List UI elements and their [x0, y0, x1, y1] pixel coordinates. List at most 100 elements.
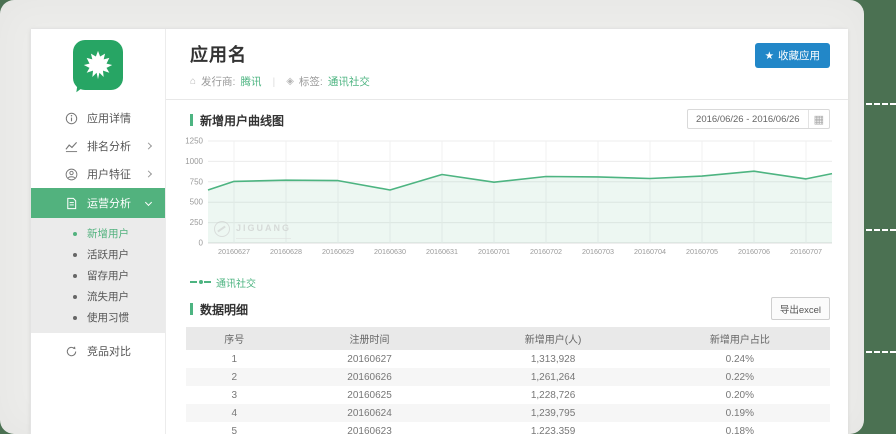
bullet-icon — [73, 274, 77, 278]
svg-text:20160707: 20160707 — [790, 247, 822, 256]
sidebar-item-label: 排名分析 — [87, 138, 131, 154]
column-header-reg-date: 注册时间 — [283, 327, 457, 350]
svg-text:20160703: 20160703 — [582, 247, 614, 256]
table-row: 5201606231,223,3590.18% — [186, 422, 830, 434]
table-cell: 1 — [186, 350, 283, 368]
app-logo — [73, 40, 123, 90]
export-excel-button[interactable]: 导出excel — [771, 297, 830, 320]
table-cell: 0.24% — [650, 350, 830, 368]
table-cell: 1,313,928 — [456, 350, 649, 368]
meta-divider: | — [272, 76, 275, 88]
submenu-item-label: 新增用户 — [87, 226, 129, 241]
watermark-logo-icon — [214, 221, 230, 237]
app-meta: ⌂ 发行商: 腾讯 | ◈ 标签: 通讯社交 — [190, 74, 828, 89]
table-cell: 20160626 — [283, 368, 457, 386]
svg-text:20160705: 20160705 — [686, 247, 718, 256]
section-accent-bar — [190, 114, 193, 126]
svg-text:20160706: 20160706 — [738, 247, 770, 256]
bullet-icon — [73, 253, 77, 257]
star-icon: ★ — [765, 50, 774, 62]
sidebar-item-label: 运营分析 — [87, 195, 131, 211]
legend-dot-icon — [199, 280, 203, 284]
tag-link[interactable]: 通讯社交 — [328, 74, 370, 89]
mockup-paper: 应用详情 排名分析 用户特征 — [0, 0, 864, 434]
chart-section-title: 新增用户曲线图 — [200, 112, 284, 129]
chart-container: 0250500750100012502016062720160628201606… — [180, 131, 838, 270]
svg-text:20160629: 20160629 — [322, 247, 354, 256]
annotation-dash-1 — [866, 103, 896, 105]
bullet-icon — [73, 316, 77, 320]
table-cell: 0.20% — [650, 386, 830, 404]
table-cell: 1,261,264 — [456, 368, 649, 386]
app-header: 应用名 ⌂ 发行商: 腾讯 | ◈ 标签: 通讯社交 ★ 收藏应用 — [166, 29, 848, 100]
table-section-title: 数据明细 — [200, 301, 248, 318]
sidebar-item-label: 应用详情 — [87, 110, 131, 126]
table-cell: 20160625 — [283, 386, 457, 404]
submenu-item-usage-habits[interactable]: 使用习惯 — [31, 307, 165, 328]
svg-text:500: 500 — [190, 198, 204, 207]
table-header: 序号 注册时间 新增用户(人) 新增用户占比 — [186, 327, 830, 350]
submenu-item-churned-users[interactable]: 流失用户 — [31, 286, 165, 307]
sidebar-item-app-detail[interactable]: 应用详情 — [31, 104, 165, 132]
table-cell: 4 — [186, 404, 283, 422]
table-cell: 20160627 — [283, 350, 457, 368]
favorite-app-button[interactable]: ★ 收藏应用 — [755, 43, 830, 68]
svg-text:20160702: 20160702 — [530, 247, 562, 256]
submenu-item-new-users[interactable]: 新增用户 — [31, 223, 165, 244]
chart-legend-item[interactable]: 通讯社交 — [166, 274, 848, 290]
sidebar-item-label: 用户特征 — [87, 166, 131, 182]
table-row: 3201606251,228,7260.20% — [186, 386, 830, 404]
table-row: 1201606271,313,9280.24% — [186, 350, 830, 368]
column-header-share: 新增用户占比 — [650, 327, 830, 350]
table-cell: 3 — [186, 386, 283, 404]
table-row: 4201606241,239,7950.19% — [186, 404, 830, 422]
svg-text:20160701: 20160701 — [478, 247, 510, 256]
legend-line-icon — [190, 281, 197, 283]
chevron-right-icon — [145, 170, 152, 177]
date-range-value: 2016/06/26 - 2016/06/26 — [688, 114, 808, 125]
submenu-item-retained-users[interactable]: 留存用户 — [31, 265, 165, 286]
table-cell: 5 — [186, 422, 283, 434]
sidebar-item-competitor-compare[interactable]: 竞品对比 — [31, 337, 165, 365]
section-accent-bar — [190, 303, 193, 315]
table-cell: 0.19% — [650, 404, 830, 422]
table-cell: 0.22% — [650, 368, 830, 386]
tag-label: 标签: — [299, 74, 323, 89]
legend-line-icon — [204, 281, 211, 283]
compare-icon — [65, 345, 78, 358]
publisher-icon: ⌂ — [190, 76, 196, 87]
sidebar-item-label: 竞品对比 — [87, 343, 131, 359]
table-cell: 1,239,795 — [456, 404, 649, 422]
annotation-dash-3 — [866, 351, 896, 353]
svg-text:20160627: 20160627 — [218, 247, 250, 256]
main-content: 应用名 ⌂ 发行商: 腾讯 | ◈ 标签: 通讯社交 ★ 收藏应用 — [166, 29, 848, 434]
sidebar-item-user-profile[interactable]: 用户特征 — [31, 160, 165, 188]
svg-text:1250: 1250 — [185, 137, 203, 146]
publisher-link[interactable]: 腾讯 — [240, 74, 261, 89]
new-users-line-chart: 0250500750100012502016062720160628201606… — [180, 131, 838, 265]
maple-leaf-icon — [81, 48, 115, 82]
table-cell: 1,223,359 — [456, 422, 649, 434]
column-header-index: 序号 — [186, 327, 283, 350]
data-table: 序号 注册时间 新增用户(人) 新增用户占比 1201606271,313,92… — [186, 327, 830, 434]
operation-submenu: 新增用户 活跃用户 留存用户 流失用户 — [31, 218, 165, 333]
bullet-icon — [73, 232, 77, 236]
annotation-dash-2 — [866, 229, 896, 231]
submenu-item-label: 活跃用户 — [87, 247, 129, 262]
bullet-icon — [73, 295, 77, 299]
chevron-down-icon — [145, 199, 152, 206]
sidebar-item-operation-analysis[interactable]: 运营分析 — [31, 188, 165, 218]
submenu-item-label: 使用习惯 — [87, 310, 129, 325]
date-range-picker[interactable]: 2016/06/26 - 2016/06/26 ▦ — [687, 109, 830, 129]
table-section-header: 数据明细 导出excel — [166, 300, 848, 318]
svg-text:20160630: 20160630 — [374, 247, 406, 256]
sidebar: 应用详情 排名分析 用户特征 — [31, 29, 166, 434]
table-row: 2201606261,261,2640.22% — [186, 368, 830, 386]
sidebar-item-ranking[interactable]: 排名分析 — [31, 132, 165, 160]
submenu-item-active-users[interactable]: 活跃用户 — [31, 244, 165, 265]
table-body: 1201606271,313,9280.24%2201606261,261,26… — [186, 350, 830, 434]
document-icon — [65, 197, 78, 210]
chart-section-header: 新增用户曲线图 2016/06/26 - 2016/06/26 ▦ — [166, 111, 848, 129]
chart-icon — [65, 140, 78, 153]
column-header-new-users: 新增用户(人) — [456, 327, 649, 350]
